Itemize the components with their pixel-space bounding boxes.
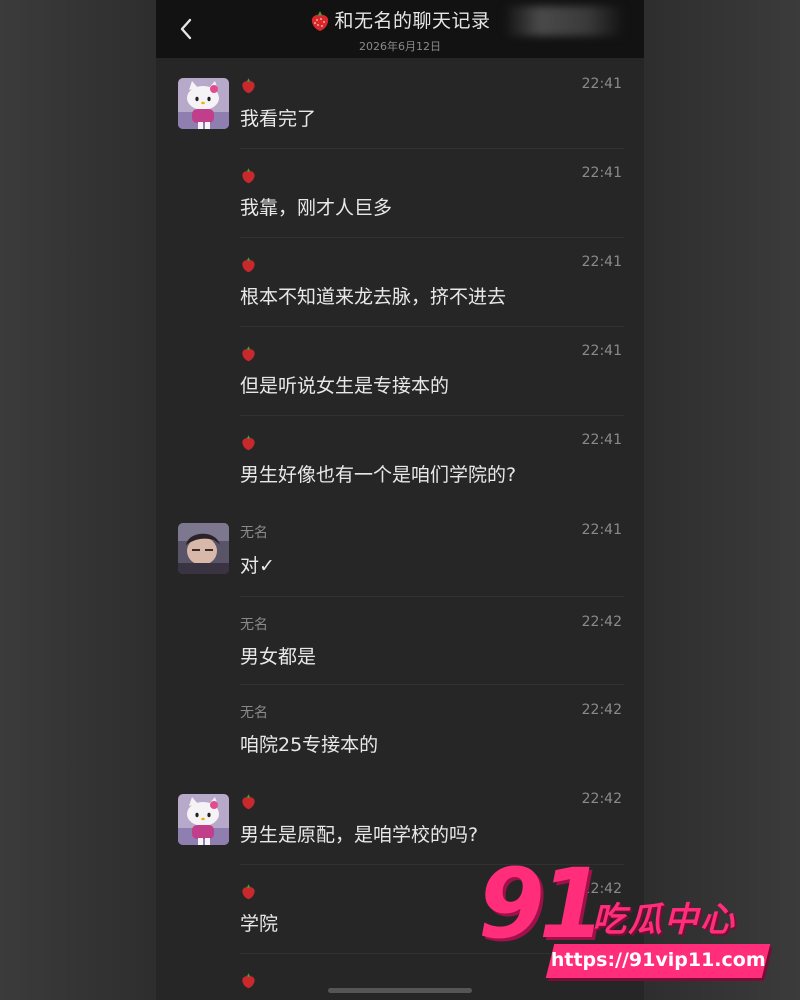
watermark-url: https://91vip11.com bbox=[550, 949, 766, 971]
message-text: 我靠，刚才人巨多 bbox=[240, 197, 393, 219]
sender-name: 无名 bbox=[240, 617, 268, 633]
avatar-hello-kitty-image bbox=[178, 78, 229, 129]
message-text: 根本不知道来龙去脉，挤不进去 bbox=[240, 286, 507, 308]
strawberry-icon bbox=[242, 257, 255, 273]
chat-title: 和无名的聊天记录 bbox=[334, 10, 491, 32]
message-row[interactable]: 22:41 我看完了 bbox=[156, 58, 644, 148]
message-time: 22:41 bbox=[581, 522, 622, 538]
message-time: 22:41 bbox=[581, 254, 622, 270]
chat-date: 2026年6月12日 bbox=[359, 39, 441, 53]
avatar-hello-kitty-image bbox=[178, 794, 229, 845]
avatar[interactable] bbox=[178, 523, 229, 574]
message-row[interactable]: 22:41 根本不知道来龙去脉，挤不进去 bbox=[156, 237, 644, 326]
strawberry-icon bbox=[242, 168, 255, 184]
message-time: 22:41 bbox=[581, 432, 622, 448]
message-text: 对✓ bbox=[240, 555, 275, 577]
message-row[interactable]: 22:41 但是听说女生是专接本的 bbox=[156, 326, 644, 415]
message-text: 咱院25专接本的 bbox=[240, 734, 379, 756]
message-row[interactable]: 22:41 我靠，刚才人巨多 bbox=[156, 148, 644, 237]
strawberry-icon bbox=[242, 973, 255, 989]
message-time: 22:42 bbox=[581, 614, 622, 630]
strawberry-icon bbox=[312, 10, 329, 31]
strawberry-icon bbox=[242, 884, 255, 900]
message-text: 男生好像也有一个是咱们学院的? bbox=[240, 464, 517, 486]
home-indicator[interactable] bbox=[328, 988, 472, 993]
message-text: 我看完了 bbox=[240, 108, 317, 130]
message-row[interactable]: 22:41 男生好像也有一个是咱们学院的? bbox=[156, 415, 644, 505]
message-text: 男女都是 bbox=[240, 646, 317, 668]
message-time: 22:41 bbox=[581, 343, 622, 359]
message-time: 22:41 bbox=[581, 76, 622, 92]
top-bar: 和无名的聊天记录 2026年6月12日 bbox=[156, 0, 644, 58]
message-row[interactable]: 无名 22:42 男女都是 bbox=[156, 596, 644, 684]
message-time: 22:42 bbox=[581, 702, 622, 718]
message-row[interactable]: 无名 22:42 咱院25专接本的 bbox=[156, 684, 644, 774]
strawberry-icon bbox=[242, 794, 255, 810]
message-text: 但是听说女生是专接本的 bbox=[240, 375, 450, 397]
avatar[interactable] bbox=[178, 78, 229, 129]
strawberry-icon bbox=[242, 346, 255, 362]
avatar-portrait-image bbox=[178, 523, 229, 574]
strawberry-icon bbox=[242, 78, 255, 94]
watermark-url-badge: https://91vip11.com bbox=[545, 944, 771, 978]
sender-name: 无名 bbox=[240, 525, 268, 541]
watermark-logo-text: 吃瓜中心 bbox=[592, 900, 736, 940]
avatar[interactable] bbox=[178, 794, 229, 845]
message-time: 22:42 bbox=[581, 791, 622, 807]
strawberry-icon bbox=[242, 435, 255, 451]
redacted-patch bbox=[504, 6, 624, 36]
message-row[interactable]: 无名 22:41 对✓ bbox=[156, 505, 644, 596]
message-text: 学院 bbox=[240, 913, 279, 935]
message-text: 男生是原配，是咱学校的吗? bbox=[240, 824, 479, 846]
sender-name: 无名 bbox=[240, 705, 268, 721]
watermark: 91 吃瓜中心 https://91vip11.com bbox=[470, 848, 780, 988]
message-time: 22:41 bbox=[581, 165, 622, 181]
